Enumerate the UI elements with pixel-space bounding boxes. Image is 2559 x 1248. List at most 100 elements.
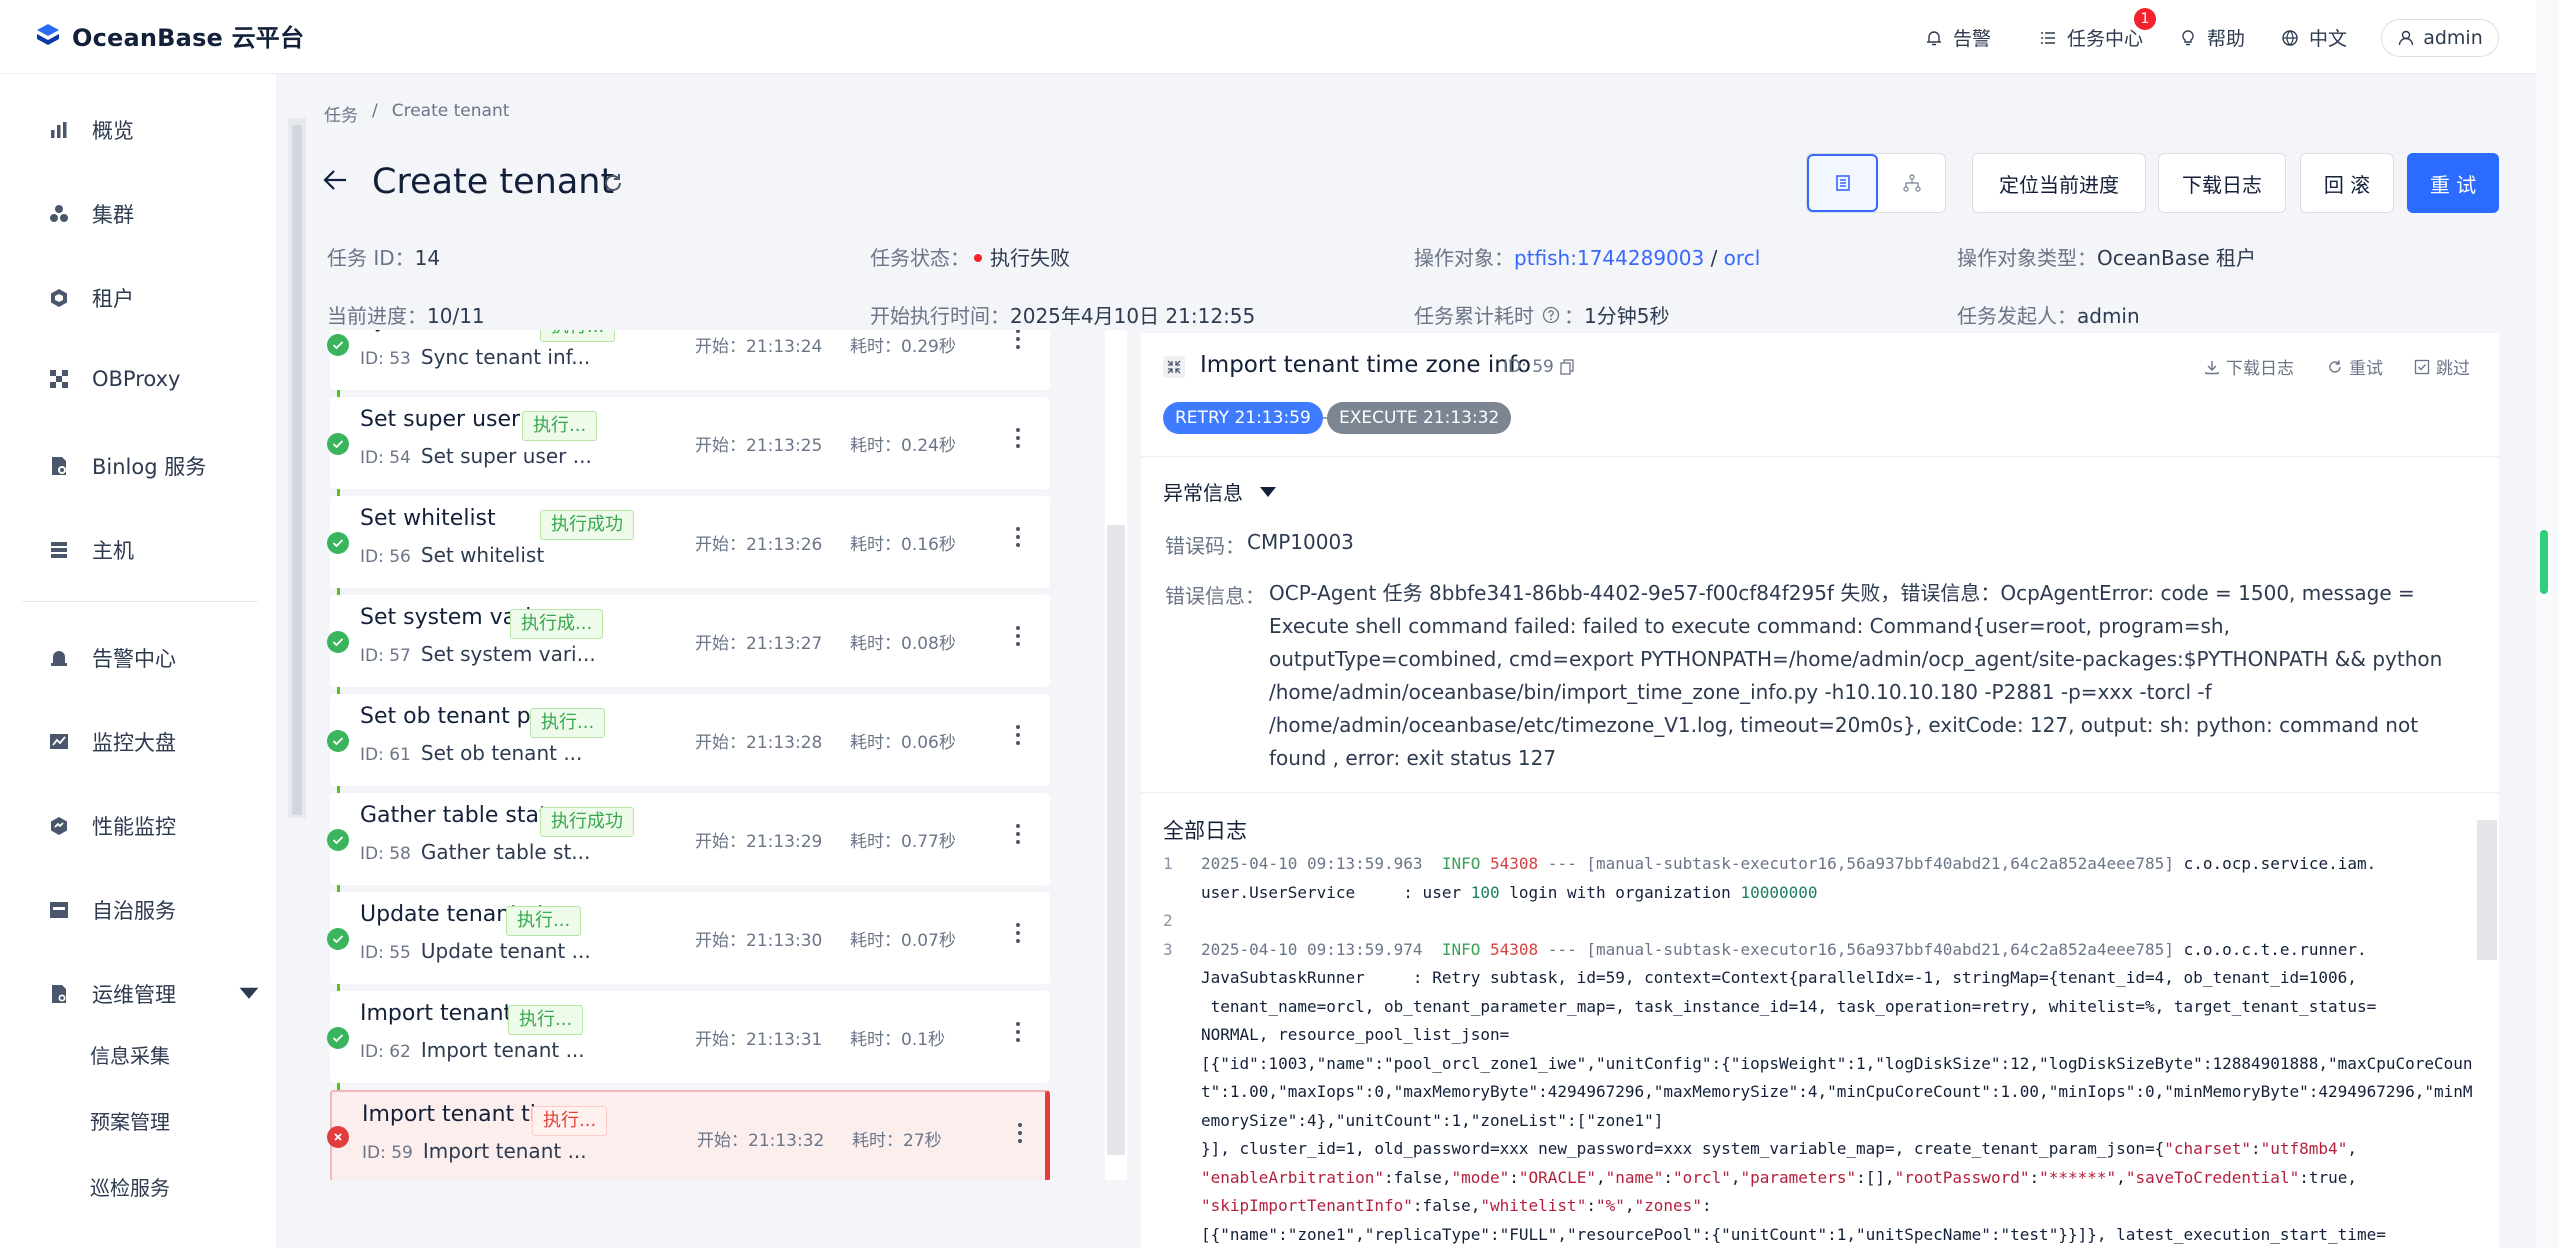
rollback-button[interactable]: 回 滚 bbox=[2300, 153, 2394, 213]
target-tenant-link[interactable]: orcl bbox=[1724, 246, 1761, 270]
more-vertical-icon[interactable] bbox=[1015, 625, 1021, 647]
sidebar-item-alarm-center[interactable]: 告警中心 bbox=[48, 643, 176, 673]
detail-retry-button[interactable]: 重试 bbox=[2327, 354, 2383, 379]
task-center-button[interactable]: 任务中心 bbox=[2039, 24, 2143, 51]
language-label: 中文 bbox=[2309, 28, 2348, 50]
sidebar-item-autonomy[interactable]: 自治服务 bbox=[48, 895, 176, 925]
log-text: , bbox=[1595, 1167, 1606, 1187]
log-line-number: 3 bbox=[1163, 939, 1173, 959]
sidebar-item-obproxy[interactable]: OBProxy bbox=[48, 367, 180, 391]
back-arrow-icon[interactable] bbox=[322, 168, 348, 192]
subtask-item[interactable]: Import tenant srs... 执行... ID: 62 Import te… bbox=[330, 991, 1050, 1083]
execution-retry-pill[interactable]: RETRY 21:13:59 bbox=[1163, 402, 1323, 434]
locate-progress-button[interactable]: 定位当前进度 bbox=[1972, 153, 2146, 213]
more-vertical-icon[interactable] bbox=[1015, 330, 1021, 350]
exception-title: 异常信息 bbox=[1163, 481, 1243, 505]
sidebar-item-monitor-dashboard[interactable]: 监控大盘 bbox=[48, 727, 176, 757]
sidebar-item-overview[interactable]: 概览 bbox=[48, 115, 134, 145]
subtask-item[interactable]: Set ob tenant par... 执行... ID: 61 Set ob te… bbox=[330, 694, 1050, 786]
log-json-string: "ORACLE" bbox=[1518, 1167, 1596, 1187]
subtask-item[interactable]: Set super user pa... 执行... ID: 54 Set super… bbox=[330, 397, 1050, 489]
log-text: :false, bbox=[1384, 1167, 1452, 1187]
subtask-item[interactable]: Gather table stats 执行成功 ID: 58 Gather table… bbox=[330, 793, 1050, 885]
sidebar-subitem-plan-manage[interactable]: 预案管理 bbox=[90, 1106, 170, 1135]
log-json-string: "utf8mb4" bbox=[2260, 1139, 2348, 1158]
sidebar-item-label: 自治服务 bbox=[92, 899, 176, 923]
log-text: : bbox=[1663, 1167, 1674, 1187]
subtask-start-time: 开始：21:13:25 bbox=[695, 436, 823, 456]
sidebar-item-binlog[interactable]: Binlog 服务 bbox=[48, 451, 206, 481]
sidebar-scrollbar-thumb[interactable] bbox=[292, 125, 302, 815]
collapse-icon[interactable] bbox=[1163, 356, 1185, 378]
download-log-button[interactable]: 下载日志 bbox=[2158, 153, 2286, 213]
sidebar-item-tenant[interactable]: 租户 bbox=[48, 283, 134, 313]
tree-view-icon bbox=[1902, 173, 1922, 193]
sidebar-item-host[interactable]: 主机 bbox=[48, 535, 134, 565]
subtask-item[interactable]: Sync tenant infor执行... ID: 53 Sync tenant … bbox=[330, 330, 1050, 390]
error-message-label: 错误信息： bbox=[1165, 584, 1265, 608]
target-type-label: 操作对象类型： bbox=[1957, 246, 2097, 270]
list-view-icon bbox=[1833, 173, 1853, 193]
alerts-button[interactable]: 告警 bbox=[1925, 24, 1991, 51]
subtask-item[interactable]: Set whitelist 执行成功 ID: 56 Set whitelist 开始：2… bbox=[330, 496, 1050, 588]
meta-target-type: 操作对象类型：OceanBase 租户 bbox=[1957, 242, 2256, 271]
sidebar-item-cluster[interactable]: 集群 bbox=[48, 199, 134, 229]
subtask-item[interactable]: Update tenant st... 执行... ID: 55 Update ten… bbox=[330, 892, 1050, 984]
task-list-scrollbar-thumb[interactable] bbox=[1107, 525, 1125, 1155]
subtask-title: Sync tenant infor bbox=[360, 330, 549, 333]
list-icon bbox=[2039, 29, 2057, 47]
more-vertical-icon[interactable] bbox=[1015, 427, 1021, 449]
log-json-key: "parameters" bbox=[1740, 1167, 1857, 1187]
binlog-icon bbox=[48, 455, 70, 477]
log-text: :true, bbox=[2299, 1167, 2357, 1187]
app-logo[interactable]: OceanBase 云平台 bbox=[34, 18, 304, 53]
log-scrollbar-thumb[interactable] bbox=[2477, 820, 2497, 960]
log-line-text bbox=[1201, 907, 2473, 936]
copy-icon[interactable] bbox=[1560, 359, 1574, 375]
user-name: admin bbox=[2423, 27, 2483, 49]
sidebar-subitem-info-collect[interactable]: 信息采集 bbox=[90, 1040, 170, 1069]
more-vertical-icon[interactable] bbox=[1015, 526, 1021, 548]
subtask-name: Gather table st... bbox=[420, 840, 591, 864]
sidebar-item-label: 主机 bbox=[92, 539, 134, 563]
more-vertical-icon[interactable] bbox=[1015, 922, 1021, 944]
execution-execute-pill[interactable]: EXECUTE 21:13:32 bbox=[1327, 402, 1512, 434]
detail-skip-button[interactable]: 跳过 bbox=[2414, 354, 2470, 379]
language-button[interactable]: 中文 bbox=[2281, 24, 2347, 51]
detail-download-log-button[interactable]: 下载日志 bbox=[2204, 354, 2294, 379]
refresh-icon[interactable] bbox=[602, 172, 624, 194]
sidebar-item-ops[interactable]: 运维管理 bbox=[48, 979, 260, 1009]
user-menu-button[interactable]: admin bbox=[2381, 19, 2499, 57]
task-id-value: 14 bbox=[414, 246, 441, 270]
subtask-id: ID: 55 bbox=[360, 943, 411, 963]
initiator-label: 任务发起人： bbox=[1957, 304, 2077, 328]
sidebar-item-label: 租户 bbox=[92, 287, 134, 311]
exception-toggle[interactable]: 异常信息 bbox=[1163, 477, 1277, 506]
subtask-list: Sync tenant infor执行...ID: 53Sync tenant … bbox=[330, 330, 1050, 1180]
breadcrumb-parent[interactable]: 任务 bbox=[324, 101, 358, 126]
subtask-subtitle: ID: 55 Update tenant ... bbox=[360, 939, 591, 963]
subtask-item[interactable]: Import tenant tim... 执行... ID: 59 Import te… bbox=[330, 1090, 1050, 1180]
help-button[interactable]: 帮助 bbox=[2179, 24, 2245, 51]
tree-view-toggle[interactable] bbox=[1878, 154, 1945, 212]
question-circle-icon[interactable] bbox=[1542, 306, 1560, 324]
retry-button[interactable]: 重 试 bbox=[2407, 153, 2499, 213]
subtask-name: Set whitelist bbox=[420, 543, 545, 567]
sidebar-item-performance[interactable]: 性能监控 bbox=[48, 811, 176, 841]
page-scrollbar[interactable] bbox=[2536, 0, 2559, 1248]
sidebar-subitem-inspection[interactable]: 巡检服务 bbox=[90, 1172, 170, 1201]
detail-retry-label: 重试 bbox=[2349, 359, 2383, 379]
more-vertical-icon[interactable] bbox=[1015, 724, 1021, 746]
proxy-icon bbox=[48, 368, 70, 390]
autonomy-icon bbox=[48, 899, 70, 921]
log-viewer[interactable]: 1 2025-04-10 09:13:59.963 INFO 54308 ---… bbox=[1163, 850, 2473, 1248]
ops-icon bbox=[48, 983, 70, 1005]
target-cluster-link[interactable]: ptfish:1744289003 bbox=[1514, 246, 1704, 270]
more-vertical-icon[interactable] bbox=[1015, 1021, 1021, 1043]
page-scrollbar-thumb[interactable] bbox=[2540, 530, 2548, 594]
more-vertical-icon[interactable] bbox=[1017, 1122, 1023, 1144]
subtask-item[interactable]: Set system varia... 执行成... ID: 57 Set syste… bbox=[330, 595, 1050, 687]
elapsed-colon: ： bbox=[1564, 304, 1584, 328]
list-view-toggle[interactable] bbox=[1807, 154, 1878, 212]
more-vertical-icon[interactable] bbox=[1015, 823, 1021, 845]
